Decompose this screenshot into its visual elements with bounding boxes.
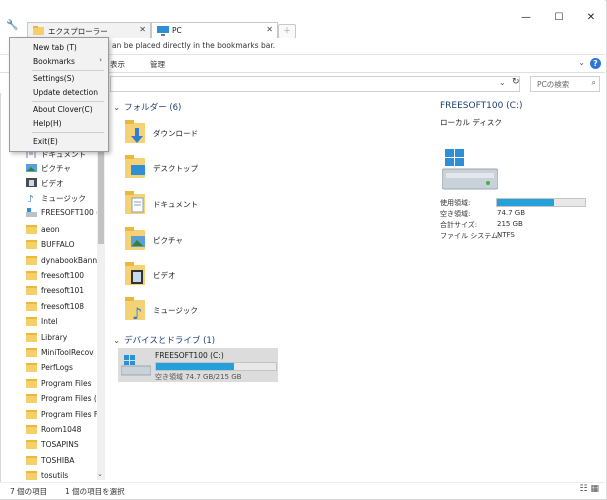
menu-item-new-tab[interactable]: New tab (T): [10, 41, 108, 54]
tab-manage[interactable]: 管理: [150, 59, 165, 70]
folder-icon: [26, 256, 37, 265]
menu-item-help[interactable]: Help(H): [10, 117, 108, 130]
drive-name: FREESOFT100 (C:): [155, 351, 224, 360]
menu-item-about[interactable]: About Clover(C): [10, 103, 108, 116]
wrench-icon[interactable]: 🔧: [6, 20, 20, 32]
drive-free-space: 空き領域 74.7 GB/215 GB: [155, 373, 242, 381]
maximize-button[interactable]: ☐: [551, 12, 567, 26]
folders-group-header[interactable]: ⌄ フォルダー (6): [113, 101, 181, 113]
drive-icon: [442, 149, 498, 190]
tab-close-icon[interactable]: ✕: [266, 25, 273, 34]
videos-folder-icon: [125, 262, 145, 285]
drive-item-c[interactable]: FREESOFT100 (C:) 空き領域 74.7 GB/215 GB: [118, 348, 278, 382]
folder-icon: [26, 225, 37, 234]
search-input[interactable]: PCの検索 ⌕: [530, 76, 600, 92]
folder-icon: [26, 456, 37, 465]
music-icon: ♪: [27, 193, 34, 202]
folder-icon: [26, 271, 37, 280]
videos-icon: [26, 178, 37, 187]
pictures-icon: [26, 164, 37, 172]
folder-icon: [26, 348, 37, 357]
menu-separator: [32, 132, 104, 133]
computer-icon: [157, 26, 169, 36]
app-menu: New tab (T) Bookmarks › Settings(S) Updat…: [9, 37, 109, 152]
new-tab-button[interactable]: ＋: [278, 24, 296, 39]
details-type: ローカル ディスク: [440, 118, 502, 127]
menu-item-exit[interactable]: Exit(E): [10, 135, 108, 148]
address-dropdown-icon[interactable]: ⌄: [499, 78, 506, 87]
folder-icon: [26, 286, 37, 295]
folder-icon: [26, 425, 37, 434]
tab-view[interactable]: 表示: [110, 59, 125, 70]
drives-group-header[interactable]: ⌄ デバイスとドライブ (1): [113, 334, 215, 346]
drive-usage-bar: [155, 362, 277, 371]
menu-item-settings[interactable]: Settings(S): [10, 72, 108, 85]
folder-icon: [26, 410, 37, 419]
menu-separator: [32, 70, 104, 71]
search-icon: ⌕: [591, 78, 596, 87]
navigation-pane: ドキュメント ピクチャ ビデオ ♪ ミュージック FREESOFT100 (C:…: [26, 149, 103, 480]
folder-icon: [26, 333, 37, 342]
details-title: FREESOFT100 (C:): [440, 101, 523, 111]
folder-icon: [26, 363, 37, 372]
status-items-count: 7 個の項目: [10, 487, 48, 496]
drive-usage-fill: [156, 363, 234, 370]
folder-icon: [26, 394, 37, 403]
address-bar[interactable]: [110, 76, 520, 92]
scroll-down-icon[interactable]: ⌄: [97, 470, 103, 478]
view-mode-icons[interactable]: ☷ ▦: [580, 484, 599, 494]
folder-icon: [26, 302, 37, 311]
music-folder-icon: ♪: [125, 297, 145, 321]
search-placeholder: PCの検索: [537, 80, 570, 89]
tab-close-icon[interactable]: ✕: [139, 25, 146, 34]
details-view-icon[interactable]: ☷: [580, 484, 588, 494]
help-icon[interactable]: ?: [590, 58, 601, 69]
desktop-folder-icon: [125, 155, 145, 178]
svg-text:♪: ♪: [27, 193, 34, 202]
folder-icon: [26, 240, 37, 249]
documents-folder-icon: [125, 191, 145, 214]
status-bar: 7 個の項目 1 個の項目を選択: [0, 482, 605, 499]
tab-label: エクスプローラー: [48, 27, 108, 36]
tab-pc[interactable]: PC ✕: [151, 22, 278, 39]
chevron-down-icon: ⌄: [113, 336, 121, 346]
menu-item-update[interactable]: Update detection: [10, 86, 108, 99]
folder-icon: [26, 440, 37, 449]
folder-icon: [26, 379, 37, 388]
details-usage-fill: [497, 199, 555, 206]
folder-icon: [26, 317, 37, 326]
chevron-down-icon[interactable]: ⌄: [578, 58, 585, 67]
downloads-folder-icon: [125, 120, 145, 143]
tab-label: PC: [172, 26, 182, 35]
svg-text:♪: ♪: [132, 304, 142, 321]
chevron-down-icon: ⌄: [113, 103, 121, 113]
refresh-icon[interactable]: ↻: [512, 77, 520, 87]
drive-icon: [26, 208, 37, 217]
minimize-button[interactable]: —: [518, 12, 534, 26]
drive-icon: [121, 355, 151, 376]
pictures-folder-icon: [125, 227, 145, 250]
menu-item-bookmarks[interactable]: Bookmarks ›: [10, 55, 108, 68]
folder-icon: [26, 471, 37, 480]
chevron-right-icon: ›: [99, 56, 102, 64]
menu-separator: [32, 101, 104, 102]
folder-icon: [33, 26, 44, 35]
status-selected: 1 個の項目を選択: [65, 487, 125, 496]
close-button[interactable]: ✕: [583, 12, 599, 26]
bookmarks-hint: an be placed directly in the bookmarks b…: [112, 41, 276, 50]
large-icons-view-icon[interactable]: ▦: [590, 484, 599, 494]
